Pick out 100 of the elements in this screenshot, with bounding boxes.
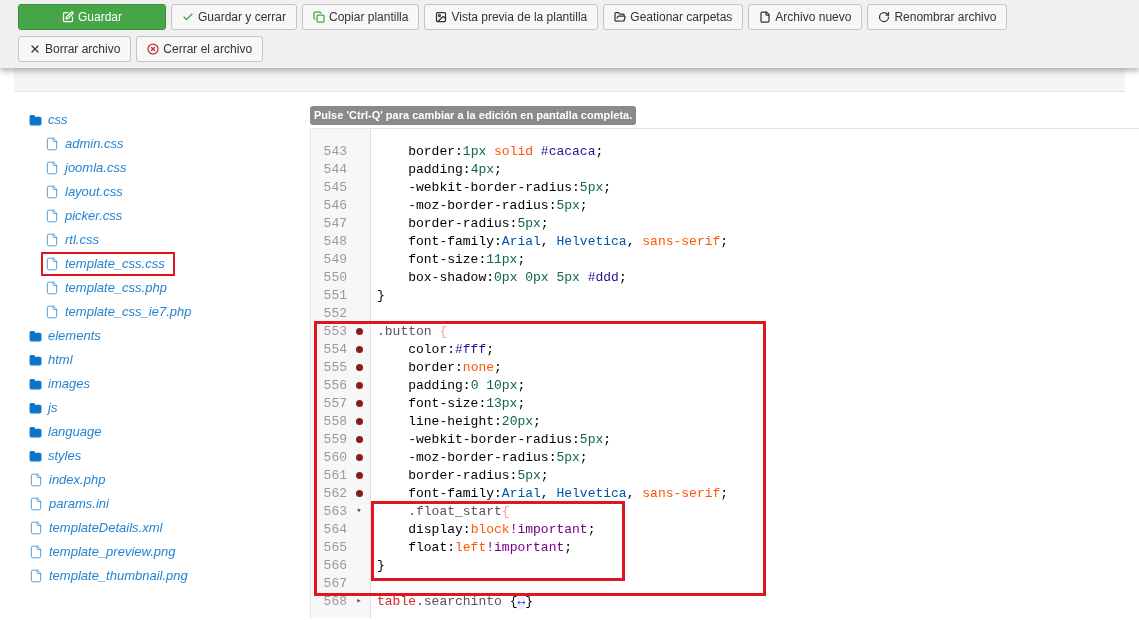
code-line: font-family:Arial, Helvetica, sans-serif; [407,233,729,249]
file-icon [45,137,59,151]
code-line: padding:0 10px; [407,377,526,393]
folder-icon [29,449,42,463]
code-line: .button { [377,323,448,339]
line-number: 558 [322,412,348,431]
code-line: box-shadow:0px 0px 5px #ddd; [407,269,627,285]
code-line: -webkit-border-radius:5px; [407,431,612,447]
line-number: 566 [322,556,348,575]
code-line: table.searchinto {↔} [377,593,534,609]
file-icon [45,305,59,319]
tree-item[interactable]: elements [27,326,103,346]
fold-toggle[interactable]: ▾ [356,507,362,516]
folder-icon [29,329,42,343]
code-line: font-size:11px; [407,251,526,267]
line-number: 560 [322,448,348,467]
file-icon [45,233,59,247]
tree-item[interactable]: index.php [27,470,108,490]
line-number: 549 [322,250,348,269]
line-number: 551 [322,286,348,305]
copy-icon [313,11,326,23]
line-number: 543 [322,142,348,161]
tree-item[interactable]: template_thumbnail.png [27,566,190,586]
line-number: 561 [322,466,348,485]
tree-item[interactable]: layout.css [43,182,125,202]
file-icon [29,545,43,559]
toolbar-button[interactable]: Renombrar archivo [867,4,1008,30]
toolbar-button[interactable]: Copiar plantilla [302,4,420,30]
toolbar-button[interactable]: Vista previa de la plantilla [424,4,599,30]
line-number: 556 [322,376,348,395]
tree-item[interactable]: joomla.css [43,158,129,178]
file-icon [759,11,772,23]
code-line: .float_start{ [407,503,510,519]
tree-item[interactable]: templateDetails.xml [27,518,165,538]
line-number: 545 [322,178,348,197]
folder-icon [29,353,42,367]
tree-item[interactable]: styles [27,446,84,466]
tree-item[interactable]: rtl.css [43,230,101,250]
tree-item[interactable]: template_css_ie7.php [43,302,194,322]
code-line: border:none; [407,359,502,375]
code-line: -moz-border-radius:5px; [407,197,588,213]
line-number: 546 [322,196,348,215]
code-line: float:left!important; [407,539,573,555]
file-icon [29,569,43,583]
folder-icon [29,377,42,391]
fullscreen-hint: Pulse 'Ctrl-Q' para cambiar a la edición en pantalla completa. [310,106,637,125]
line-number: 563 [322,502,348,521]
tree-item[interactable]: template_css.php [43,278,169,298]
tree-item[interactable]: language [27,422,104,442]
file-icon [29,473,43,487]
toolbar-button[interactable]: Archivo nuevo [748,4,863,30]
line-number: 559 [322,430,348,449]
toolbar-button[interactable]: Borrar archivo [18,36,132,62]
code-line: border-radius:5px; [407,467,549,483]
file-icon [29,521,43,535]
check-icon [182,11,194,23]
file-icon [29,497,43,511]
code-line: font-size:13px; [407,395,526,411]
tree-item[interactable]: template_css.css [43,254,173,274]
folder-icon [29,401,42,415]
file-icon [45,257,59,271]
fold-toggle[interactable]: ▸ [356,597,362,606]
line-number: 567 [322,574,348,593]
line-number: 555 [322,358,348,377]
file-icon [45,161,59,175]
line-number: 564 [322,520,348,539]
tree-item[interactable]: js [27,398,60,418]
file-icon [45,281,59,295]
tree-item[interactable]: html [27,350,75,370]
code-line: border-radius:5px; [407,215,549,231]
folder-icon [29,425,42,439]
line-number: 547 [322,214,348,233]
file-icon [45,209,59,223]
toolbar-button[interactable]: Geationar carpetas [603,4,744,30]
tree-item[interactable]: picker.css [43,206,125,226]
tree-item[interactable]: css [27,110,70,130]
code-line: line-height:20px; [407,413,541,429]
toolbar-button[interactable]: Guardar [18,4,166,30]
line-number: 548 [322,232,348,251]
code-line: } [377,557,385,573]
close-icon [29,43,41,55]
line-number: 565 [322,538,348,557]
code-line: -webkit-border-radius:5px; [407,179,612,195]
code-line: color:#fff; [407,341,495,357]
tree-item[interactable]: template_preview.png [27,542,178,562]
image-icon [435,11,448,23]
code-line: padding:4px; [407,161,502,177]
close-icon [147,43,160,55]
refresh-icon [878,11,891,23]
tree-item[interactable]: images [27,374,92,394]
edit-icon [62,11,74,23]
line-number: 568 [322,592,348,611]
line-number: 550 [322,268,348,287]
line-number: 557 [322,394,348,413]
folder-icon [29,113,42,127]
toolbar-button[interactable]: Cerrar el archivo [136,36,264,62]
tree-item[interactable]: admin.css [43,134,126,154]
toolbar-button[interactable]: Guardar y cerrar [171,4,298,30]
code-line: border:1px solid #cacaca; [407,143,604,159]
tree-item[interactable]: params.ini [27,494,111,514]
